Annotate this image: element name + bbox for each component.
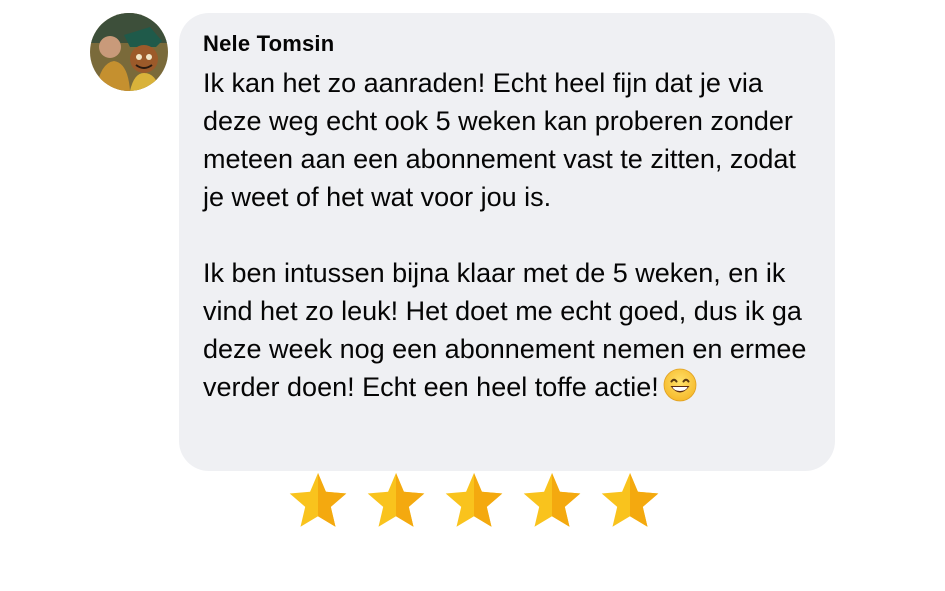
avatar-image: [90, 13, 168, 91]
star-icon: [289, 473, 347, 527]
comment-paragraph-1: Ik kan het zo aanraden! Echt heel fijn d…: [203, 68, 796, 212]
comment-bubble: Nele Tomsin Ik kan het zo aanraden! Echt…: [179, 13, 835, 471]
star-icon: [601, 473, 659, 527]
comment-paragraph-2-text: Ik ben intussen bijna klaar met de 5 wek…: [203, 258, 807, 402]
author-name[interactable]: Nele Tomsin: [203, 30, 811, 58]
star-icon: [445, 473, 503, 527]
author-avatar[interactable]: [90, 13, 168, 91]
star-icon: [523, 473, 581, 527]
star-rating: [287, 471, 661, 535]
comment-paragraph-2: Ik ben intussen bijna klaar met de 5 wek…: [203, 254, 811, 412]
grinning-emoji-icon: [663, 368, 697, 412]
star-icon: [367, 473, 425, 527]
